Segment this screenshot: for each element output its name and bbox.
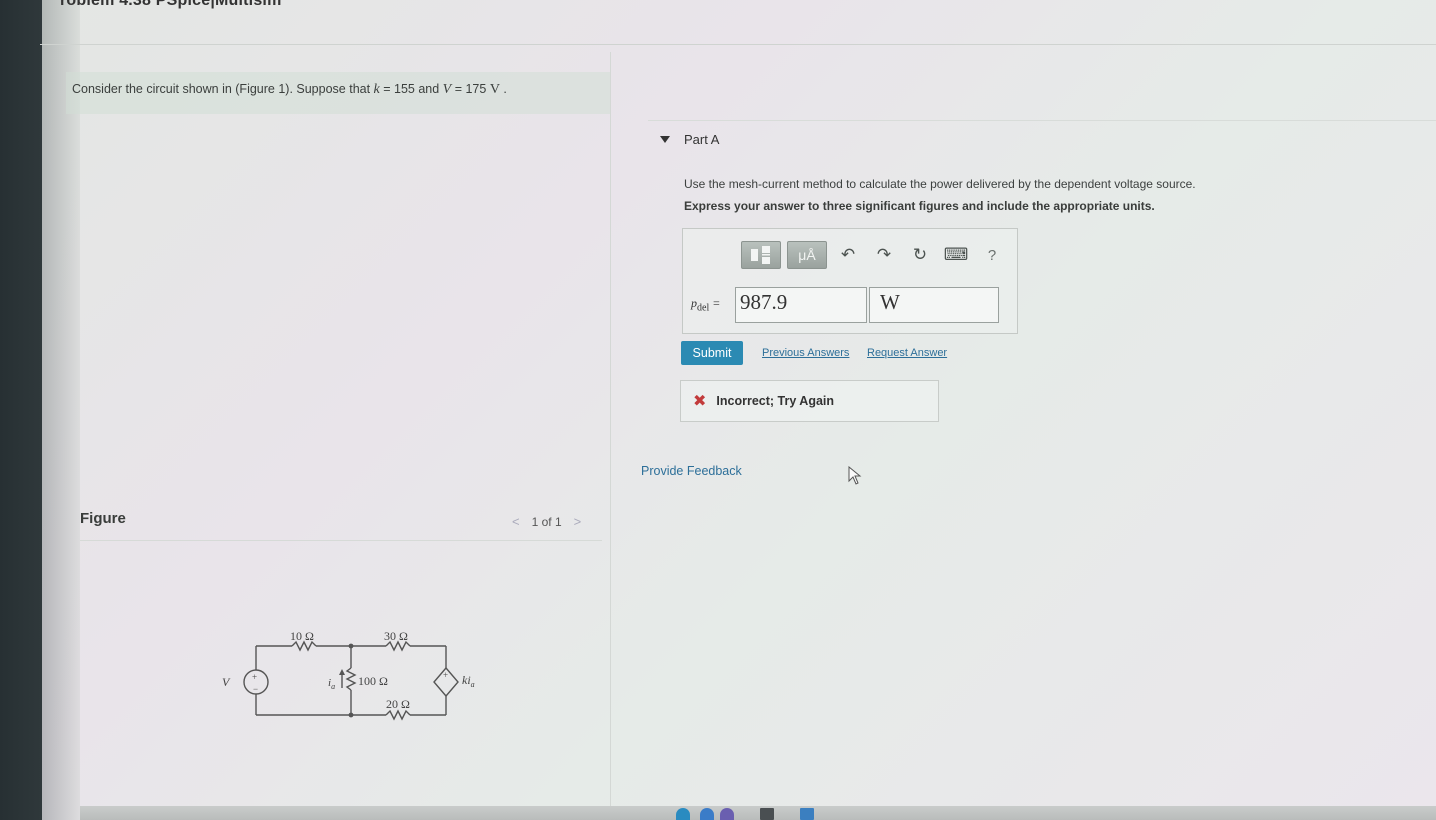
resistor-20-label: 20 Ω	[386, 697, 410, 711]
answer-unit-input[interactable]: W	[869, 287, 999, 323]
page-title: roblem 4.38 PSpice|Multisim	[60, 0, 282, 9]
resistor-30-label: 30 Ω	[384, 629, 408, 643]
figure-prev-button[interactable]: <	[512, 514, 520, 529]
resistor-10-label: 10 Ω	[290, 629, 314, 643]
provide-feedback-link[interactable]: Provide Feedback	[641, 464, 742, 478]
screen-bezel	[0, 0, 42, 820]
answer-variable: pdel =	[691, 296, 721, 314]
instruction-text: Use the mesh-current method to calculate…	[684, 177, 1196, 191]
figure-pager-text: 1 of 1	[531, 514, 562, 529]
answer-value-input[interactable]: 987.9	[735, 287, 867, 323]
dep-source-label: kia	[462, 673, 475, 689]
caret-down-icon[interactable]	[660, 136, 670, 143]
v-value: = 175	[451, 82, 490, 96]
circuit-figure: 10 Ω 30 Ω 100 Ω 20 Ω V + − + ia kia	[222, 629, 475, 721]
redo-icon[interactable]: ↷	[869, 241, 899, 269]
undo-icon[interactable]: ↶	[833, 241, 863, 269]
source-minus: −	[253, 684, 258, 694]
reset-icon[interactable]: ↻	[905, 241, 935, 269]
request-answer-link[interactable]: Request Answer	[867, 347, 947, 359]
problem-text: Consider the circuit shown in (Figure 1)…	[72, 82, 374, 96]
taskbar-app-icon[interactable]	[720, 808, 734, 820]
v-symbol: V	[442, 82, 452, 97]
feedback-text: Incorrect; Try Again	[716, 394, 835, 408]
k-value: = 155 and	[379, 82, 443, 96]
part-a-header[interactable]: Part A	[660, 132, 719, 147]
panel-divider	[610, 52, 611, 812]
current-label: ia	[328, 677, 335, 691]
feedback-message: ✖ Incorrect; Try Again	[680, 380, 939, 422]
problem-statement: Consider the circuit shown in (Figure 1)…	[66, 72, 610, 114]
source-v-label: V	[222, 675, 231, 689]
taskbar-app-icon[interactable]	[800, 808, 814, 820]
units-button[interactable]: μÅ	[787, 241, 827, 269]
taskbar-app-icon[interactable]	[700, 808, 714, 820]
resistor-100-label: 100 Ω	[358, 674, 388, 688]
part-divider	[648, 120, 1436, 121]
dep-source-plus: +	[443, 670, 448, 680]
keyboard-icon[interactable]: ⌨	[941, 241, 971, 269]
answer-row: pdel = 987.9 W	[691, 287, 999, 323]
mouse-cursor-icon	[848, 466, 862, 485]
title-divider	[40, 44, 1436, 45]
previous-answers-link[interactable]: Previous Answers	[762, 347, 849, 359]
v-unit: V	[489, 82, 500, 97]
figure-pager: < 1 of 1 >	[512, 514, 581, 529]
taskbar	[80, 806, 1436, 820]
figure-label: Figure	[80, 510, 126, 527]
help-icon[interactable]: ?	[977, 241, 1007, 269]
problem-end: .	[499, 82, 507, 96]
figure-next-button[interactable]: >	[574, 514, 582, 529]
part-a-label: Part A	[684, 132, 720, 147]
part-instructions: Use the mesh-current method to calculate…	[684, 173, 1196, 217]
fraction-template-icon	[751, 246, 770, 264]
express-text: Express your answer to three significant…	[684, 199, 1155, 213]
answer-box: μÅ ↶ ↷ ↻ ⌨ ? pdel = 987.9 W	[682, 228, 1018, 334]
incorrect-icon: ✖	[693, 393, 707, 410]
taskbar-app-icon[interactable]	[760, 808, 774, 820]
submit-button[interactable]: Submit	[681, 341, 743, 365]
taskbar-app-icon[interactable]	[676, 808, 690, 820]
math-toolbar: μÅ ↶ ↷ ↻ ⌨ ?	[741, 241, 1007, 269]
source-plus: +	[252, 672, 257, 682]
figure-divider	[80, 540, 602, 541]
template-button[interactable]	[741, 241, 781, 269]
